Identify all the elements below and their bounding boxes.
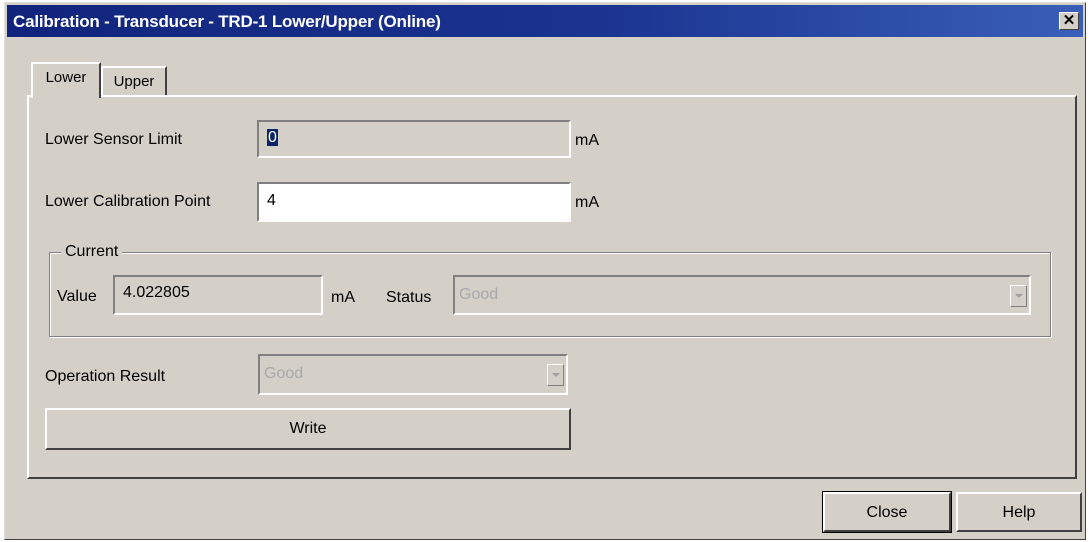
lower-sensor-limit-label: Lower Sensor Limit <box>45 131 182 148</box>
status-label: Status <box>386 289 432 306</box>
current-value-label: Value <box>57 288 97 305</box>
lower-sensor-limit-unit: mA <box>575 132 599 149</box>
chevron-down-icon <box>552 373 560 377</box>
current-value: 4.022805 <box>123 284 190 301</box>
lower-calibration-point-unit: mA <box>575 194 599 211</box>
lower-calibration-point-input[interactable]: 4 <box>257 182 571 222</box>
close-icon[interactable]: ✕ <box>1059 12 1079 30</box>
operation-result-value: Good <box>264 365 304 382</box>
tab-lower-label: Lower <box>45 69 87 86</box>
current-value-unit: mA <box>331 289 355 306</box>
chevron-down-icon <box>1015 294 1023 298</box>
status-dropdown[interactable]: Good <box>453 275 1031 315</box>
title-bar: Calibration - Transducer - TRD-1 Lower/U… <box>7 5 1083 37</box>
status-value: Good <box>459 286 499 303</box>
window-title: Calibration - Transducer - TRD-1 Lower/U… <box>13 12 441 31</box>
lower-sensor-limit-value: 0 <box>267 129 278 146</box>
calibration-dialog: Calibration - Transducer - TRD-1 Lower/U… <box>4 2 1086 540</box>
tab-upper[interactable]: Upper <box>101 66 167 95</box>
current-value-field: 4.022805 <box>113 275 323 315</box>
operation-result-dropdown-button[interactable] <box>547 364 564 386</box>
lower-calibration-point-value: 4 <box>267 192 276 209</box>
tab-upper-label: Upper <box>113 73 155 90</box>
write-button[interactable]: Write <box>45 408 571 450</box>
current-group-label: Current <box>61 243 123 261</box>
help-button[interactable]: Help <box>956 492 1082 532</box>
operation-result-label: Operation Result <box>45 368 166 385</box>
close-button[interactable]: Close <box>822 491 952 533</box>
lower-calibration-point-label: Lower Calibration Point <box>45 193 211 210</box>
status-dropdown-button[interactable] <box>1010 285 1027 307</box>
operation-result-dropdown[interactable]: Good <box>258 354 568 395</box>
tab-lower[interactable]: Lower <box>31 62 101 98</box>
lower-sensor-limit-field[interactable]: 0 <box>257 120 571 158</box>
